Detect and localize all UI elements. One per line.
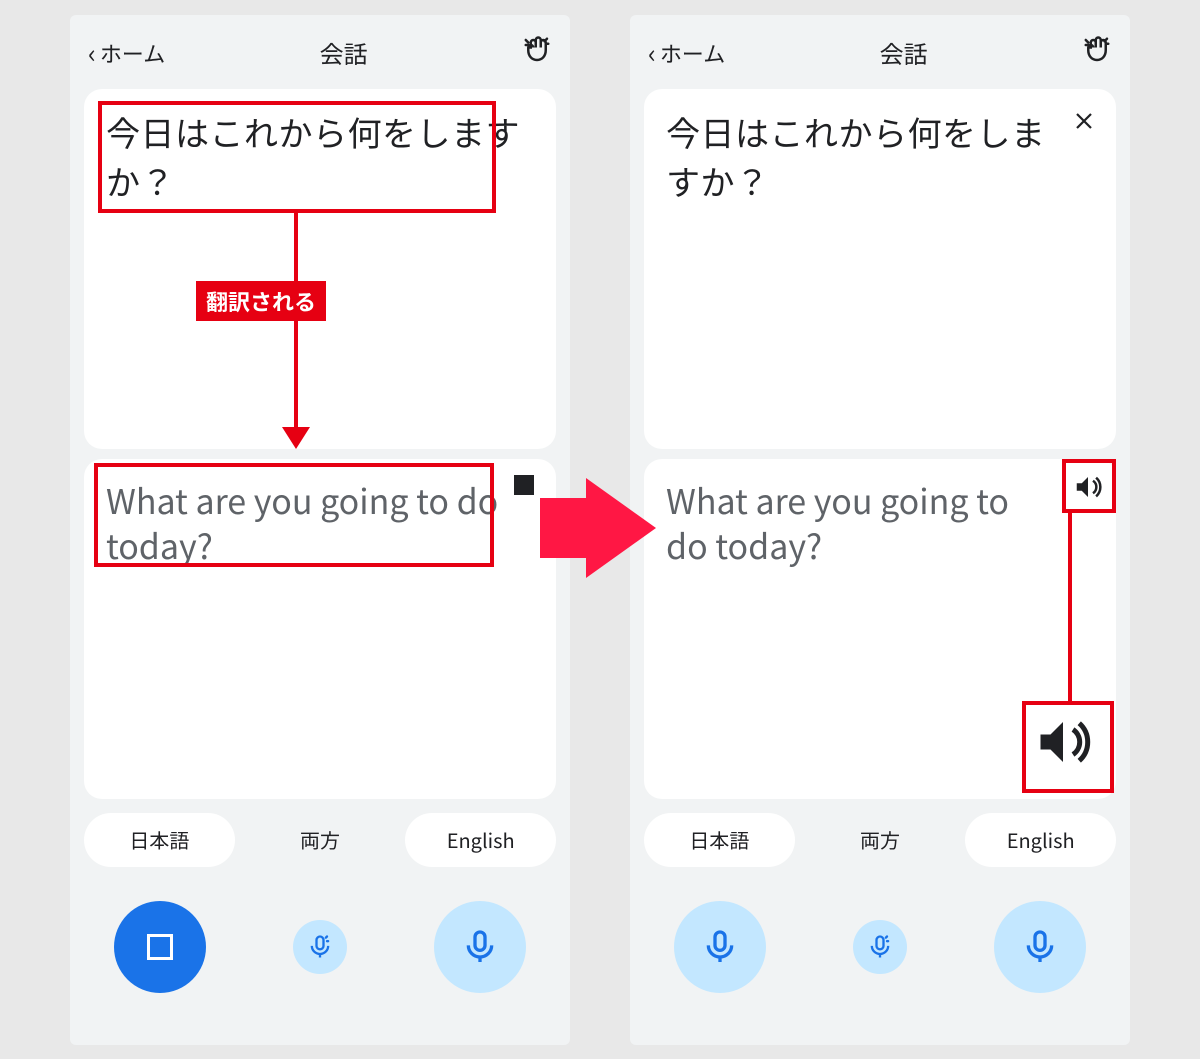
auto-mic-button[interactable] xyxy=(293,920,347,974)
lang-chip-english[interactable]: English xyxy=(405,813,556,867)
source-card[interactable]: 今日はこれから何をしますか？ 翻訳される xyxy=(84,89,556,449)
annotation-line xyxy=(294,213,298,429)
auto-mic-button[interactable] xyxy=(853,920,907,974)
back-label: ホーム xyxy=(660,37,725,69)
language-selector-row: 日本語 両方 English xyxy=(84,813,556,867)
language-selector-row: 日本語 両方 English xyxy=(644,813,1116,867)
target-card[interactable]: What are you going to do today? xyxy=(84,459,556,799)
header: ‹ ホーム 会話 xyxy=(644,23,1116,83)
source-text: 今日はこれから何をしますか？ xyxy=(666,107,1094,206)
speaker-large-button[interactable] xyxy=(1024,703,1102,781)
transition-arrow-head xyxy=(586,478,656,578)
lang-chip-both[interactable]: 両方 xyxy=(245,813,396,867)
mic-button-left[interactable] xyxy=(674,901,766,993)
header: ‹ ホーム 会話 xyxy=(84,23,556,83)
lang-chip-english[interactable]: English xyxy=(965,813,1116,867)
target-card[interactable]: What are you going to do today? xyxy=(644,459,1116,799)
source-text: 今日はこれから何をしますか？ xyxy=(106,107,534,206)
chevron-left-icon: ‹ xyxy=(648,40,656,66)
lang-chip-japanese[interactable]: 日本語 xyxy=(644,813,795,867)
speaker-small-button[interactable] xyxy=(1066,465,1110,509)
annotation-label: 翻訳される xyxy=(196,281,326,321)
mic-row xyxy=(644,901,1116,993)
back-button[interactable]: ‹ ホーム xyxy=(88,37,165,69)
back-label: ホーム xyxy=(100,37,165,69)
phone-left: ‹ ホーム 会話 今日はこれから何をしますか？ 翻訳される What are y… xyxy=(70,15,570,1045)
target-text: What are you going to do today? xyxy=(666,477,1094,569)
phone-right: ‹ ホーム 会話 今日はこれから何をしますか？ What are you goi… xyxy=(630,15,1130,1045)
annotation-connector xyxy=(1068,513,1072,701)
source-card[interactable]: 今日はこれから何をしますか？ xyxy=(644,89,1116,449)
mic-row xyxy=(84,901,556,993)
screen-title: 会話 xyxy=(880,35,928,70)
target-text: What are you going to do today? xyxy=(106,477,534,569)
record-stop-button[interactable] xyxy=(114,901,206,993)
mic-button-right[interactable] xyxy=(994,901,1086,993)
transition-arrow-stem xyxy=(540,498,588,558)
lang-chip-japanese[interactable]: 日本語 xyxy=(84,813,235,867)
screen-title: 会話 xyxy=(320,35,368,70)
wave-hand-icon[interactable] xyxy=(522,35,552,70)
lang-chip-both[interactable]: 両方 xyxy=(805,813,956,867)
annotation-arrowhead xyxy=(282,427,310,449)
stop-icon[interactable] xyxy=(514,475,534,495)
mic-button-right[interactable] xyxy=(434,901,526,993)
wave-hand-icon[interactable] xyxy=(1082,35,1112,70)
clear-button[interactable] xyxy=(1070,107,1098,135)
stop-square-icon xyxy=(147,934,173,960)
back-button[interactable]: ‹ ホーム xyxy=(648,37,725,69)
chevron-left-icon: ‹ xyxy=(88,40,96,66)
